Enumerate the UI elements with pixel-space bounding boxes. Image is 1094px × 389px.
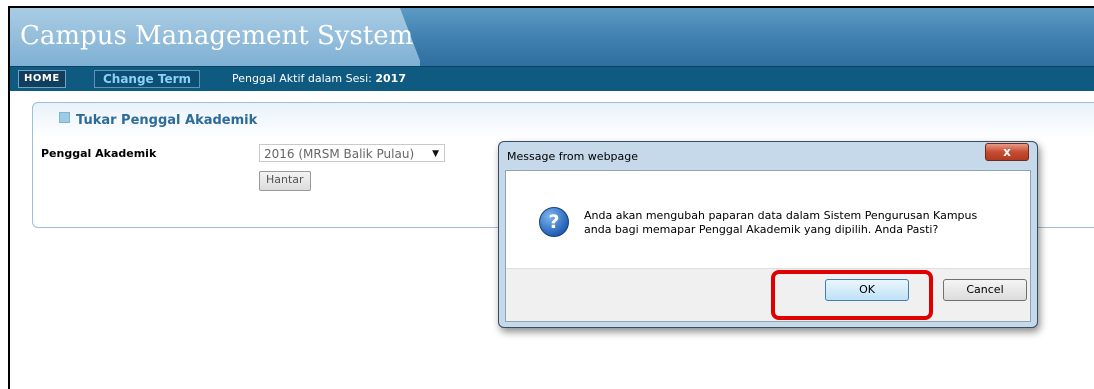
arrow-icon (59, 112, 70, 123)
dialog-title: Message from webpage (507, 150, 639, 163)
panel-heading: Tukar Penggal Akademik (59, 112, 258, 128)
session-value: 2017 (375, 72, 406, 85)
close-icon[interactable]: x (985, 143, 1029, 161)
app-title: Campus Management System (20, 21, 414, 51)
nav-bar: HOME Change Term Penggal Aktif dalam Ses… (10, 66, 1094, 91)
confirm-dialog: Message from webpage x ? Anda akan mengu… (498, 141, 1038, 328)
ok-highlight-box (771, 270, 933, 320)
change-term-link[interactable]: Change Term (94, 70, 200, 88)
panel-heading-text: Tukar Penggal Akademik (76, 113, 258, 128)
home-link[interactable]: HOME (18, 70, 66, 88)
dialog-message: Anda akan mengubah paparan data dalam Si… (584, 209, 977, 237)
chevron-down-icon: ▼ (432, 149, 439, 159)
dialog-body: ? Anda akan mengubah paparan data dalam … (505, 170, 1031, 322)
active-session-text: Penggal Aktif dalam Sesi: 2017 (232, 72, 406, 85)
question-icon: ? (539, 207, 569, 237)
term-field-label: Penggal Akademik (41, 147, 157, 160)
dialog-footer: OK Cancel (506, 268, 1030, 321)
dialog-message-line1: Anda akan mengubah paparan data dalam Si… (584, 209, 978, 222)
dialog-message-line2: anda bagi memapar Penggal Akademik yang … (584, 223, 939, 236)
term-select-value: 2016 (MRSM Balik Pulau) (264, 147, 415, 161)
session-label: Penggal Aktif dalam Sesi: (232, 72, 372, 85)
cancel-button[interactable]: Cancel (943, 279, 1027, 301)
term-select[interactable]: 2016 (MRSM Balik Pulau) ▼ (259, 144, 445, 162)
submit-button[interactable]: Hantar (259, 171, 311, 191)
header-banner: Campus Management System (10, 8, 1094, 66)
